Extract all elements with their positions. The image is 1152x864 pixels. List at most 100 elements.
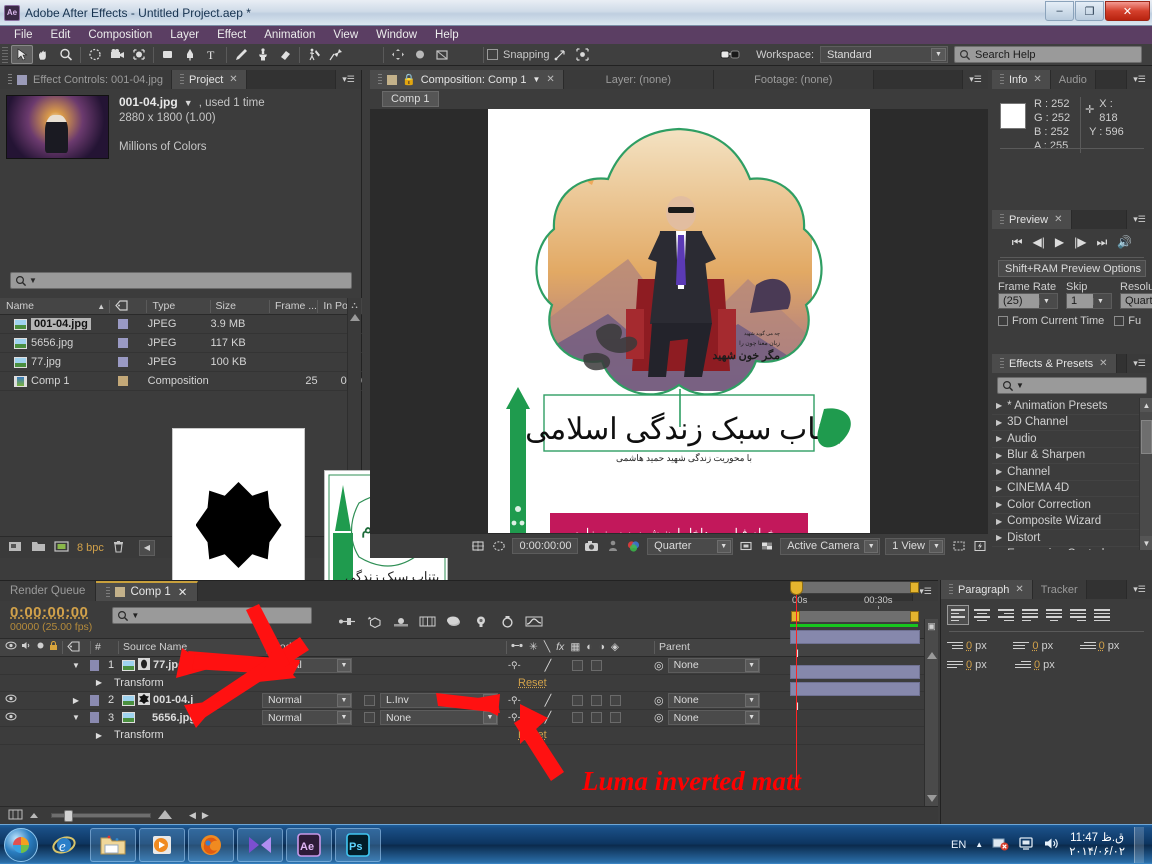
layer-color-swatch[interactable]: [90, 710, 104, 727]
menu-window[interactable]: Window: [368, 28, 425, 42]
shy-switch-icon[interactable]: -⚲-: [508, 712, 521, 723]
table-row[interactable]: 5656.jpg JPEG 117 KB: [0, 334, 362, 353]
row-label-swatch[interactable]: [110, 319, 148, 329]
layer-expand-toggle[interactable]: ▼: [62, 710, 90, 727]
taskbar-photoshop[interactable]: Ps: [335, 828, 381, 862]
tab-effects-presets[interactable]: Effects & Presets ✕: [992, 354, 1117, 373]
last-frame-icon[interactable]: ⏭: [1097, 235, 1108, 250]
space-before-field[interactable]: 0 px: [947, 658, 1015, 671]
workspace-select[interactable]: Standard ▼: [820, 46, 948, 63]
layer-parent-cell[interactable]: ◎ None ▼: [650, 657, 774, 674]
draft-3d-icon[interactable]: [366, 615, 383, 631]
puppet-pin-tool-icon[interactable]: [325, 45, 347, 64]
layer-preserve-transparency[interactable]: [358, 710, 380, 727]
tab-footage[interactable]: Footage: (none): [714, 70, 874, 89]
preview-panel-menu-icon[interactable]: ▾☰: [1126, 210, 1152, 229]
chevron-right-icon[interactable]: ▶: [996, 467, 1002, 476]
quality-switch-icon[interactable]: ╱: [545, 659, 552, 672]
toggle-transparency-grid-icon[interactable]: [470, 538, 486, 554]
chevron-right-icon[interactable]: ▶: [996, 484, 1002, 493]
tab-audio[interactable]: Audio: [1051, 70, 1096, 89]
close-icon[interactable]: ✕: [1015, 584, 1023, 595]
menu-animation[interactable]: Animation: [256, 28, 323, 42]
layer-switches[interactable]: [0, 657, 62, 674]
taskbar-media-player[interactable]: [139, 828, 185, 862]
menu-view[interactable]: View: [325, 28, 366, 42]
chevron-right-icon[interactable]: ▶: [996, 401, 1002, 410]
hand-tool-icon[interactable]: [33, 45, 55, 64]
scroll-down-arrow-icon[interactable]: ▼: [1140, 536, 1152, 550]
effects-category-list[interactable]: ▶ * Animation Presets ▶ 3D Channel ▶ Audio …: [992, 398, 1152, 550]
scroll-up-arrow-icon[interactable]: [927, 652, 937, 659]
snapping-checkbox[interactable]: [487, 49, 498, 60]
table-row[interactable]: Comp 1 Composition 25 0:00: [0, 372, 362, 391]
effects-scrollbar[interactable]: ▲ ▼: [1139, 398, 1152, 550]
menu-layer[interactable]: Layer: [162, 28, 207, 42]
chevron-right-icon[interactable]: ▶: [996, 434, 1002, 443]
eraser-tool-icon[interactable]: [274, 45, 296, 64]
visibility-toggle-icon[interactable]: [5, 694, 17, 706]
zoom-slider-knob[interactable]: [64, 810, 73, 822]
layer-switches[interactable]: [0, 692, 62, 709]
search-help-input[interactable]: Search Help: [954, 46, 1142, 63]
layer-expand-toggle[interactable]: ▼: [62, 657, 90, 674]
pan-behind-tool-icon[interactable]: [128, 45, 150, 64]
first-line-indent-field[interactable]: 0 px: [1080, 639, 1146, 652]
shy-layers-icon[interactable]: [446, 615, 463, 631]
tab-info[interactable]: Info ✕: [992, 70, 1051, 89]
column-source-name-header[interactable]: Source Name: [118, 641, 266, 654]
taskbar-after-effects[interactable]: Ae: [286, 828, 332, 862]
chevron-right-icon[interactable]: ▶: [996, 418, 1002, 427]
parent-select[interactable]: None ▼: [668, 710, 760, 725]
table-row[interactable]: 77.jpg JPEG 100 KB: [0, 353, 362, 372]
taskbar-internet-explorer[interactable]: e: [41, 828, 87, 862]
chevron-down-icon[interactable]: ▼: [1093, 298, 1107, 305]
toggle-transparency-icon[interactable]: [759, 538, 775, 554]
layer-switch-cells[interactable]: -⚲- ╱: [502, 710, 650, 727]
info-panel-menu-icon[interactable]: ▾☰: [1126, 70, 1152, 89]
taskbar-clock[interactable]: 11:47 ق.ظ ۲۰۱۴/۰۶/۰۲: [1069, 831, 1125, 859]
close-icon[interactable]: ✕: [178, 585, 188, 599]
show-desktop-button[interactable]: [1134, 827, 1144, 863]
language-indicator[interactable]: EN: [951, 839, 966, 851]
project-collapse-arrow-icon[interactable]: ◀: [139, 540, 155, 556]
frame-blend-switch[interactable]: [572, 695, 583, 706]
parent-pickwhip-icon[interactable]: ◎: [654, 659, 664, 672]
blend-mode-select[interactable]: Normal ▼: [262, 658, 352, 673]
list-item[interactable]: ▶ * Animation Presets: [992, 398, 1152, 415]
row-label-swatch[interactable]: [110, 376, 148, 386]
shape-tool-icon[interactable]: [157, 45, 179, 64]
taskbar-firefox[interactable]: [188, 828, 234, 862]
tab-effect-controls[interactable]: Effect Controls: 001-04.jpg: [0, 70, 172, 89]
from-current-time-checkbox[interactable]: From Current Time: [998, 315, 1104, 327]
region-of-interest-icon[interactable]: [431, 45, 453, 64]
layer-source-name[interactable]: 5656.jpg: [122, 710, 262, 727]
menu-help[interactable]: Help: [427, 28, 467, 42]
motion-blur-switch[interactable]: [591, 712, 602, 723]
row-label-swatch[interactable]: [110, 357, 148, 367]
align-center-button[interactable]: [971, 605, 993, 625]
column-index-header[interactable]: #: [90, 641, 118, 654]
row-name-cell[interactable]: 77.jpg: [0, 356, 110, 368]
align-left-button[interactable]: [947, 605, 969, 625]
layer-preserve-transparency[interactable]: [358, 692, 380, 709]
timeline-nav-left-icon[interactable]: ◀: [189, 810, 196, 821]
tab-composition[interactable]: 🔒 Composition: Comp 1 ▼ ✕: [370, 70, 564, 89]
scroll-down-arrow-icon[interactable]: [927, 795, 937, 802]
taskbar-file-explorer[interactable]: [90, 828, 136, 862]
close-icon[interactable]: ✕: [546, 74, 554, 85]
scroll-up-arrow-icon[interactable]: ▲: [1140, 398, 1152, 412]
column-parent-header[interactable]: Parent: [654, 641, 774, 654]
list-item[interactable]: ▶ Blur & Sharpen: [992, 448, 1152, 465]
show-snapshot-icon[interactable]: [605, 538, 621, 554]
work-area-end-handle[interactable]: [910, 582, 919, 593]
resolution-select[interactable]: Quarter ▼: [647, 538, 733, 555]
column-label-color-header[interactable]: [62, 641, 90, 654]
project-hierarchy-icon[interactable]: ⛬: [349, 300, 360, 310]
layer-bar-1[interactable]: [790, 628, 920, 646]
zoom-in-icon[interactable]: [157, 809, 177, 823]
auto-keyframe-icon[interactable]: [500, 615, 515, 631]
frame-blend-switch[interactable]: [572, 712, 583, 723]
pixel-aspect-correction-icon[interactable]: [950, 538, 966, 554]
column-t-header[interactable]: [362, 641, 384, 654]
